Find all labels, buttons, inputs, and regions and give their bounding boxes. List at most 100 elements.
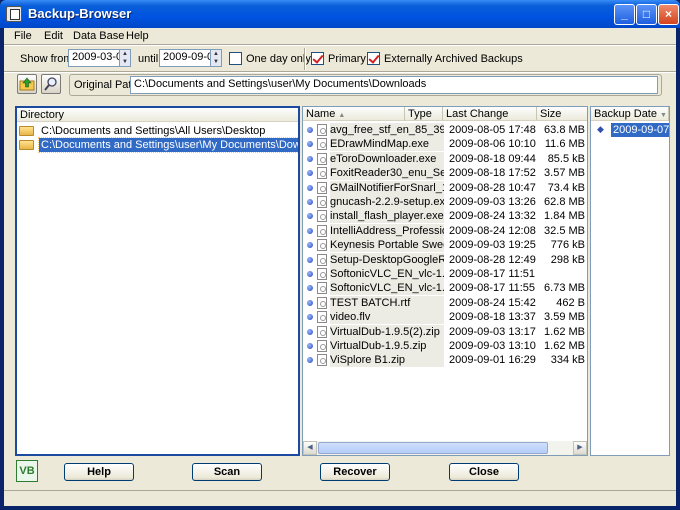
table-row[interactable]: EDrawMindMap.exe 2009-08-06 10:10 11.6 MB — [303, 137, 587, 152]
file-last-change: 2009-08-17 11:55 — [449, 282, 536, 295]
menu-database[interactable]: Data Base — [73, 30, 124, 42]
table-row[interactable]: install_flash_player.exe 2009-08-24 13:32… — [303, 209, 587, 224]
file-name: gnucash-2.2.9-setup.exe — [330, 195, 444, 209]
column-name[interactable]: Name ▲ — [303, 107, 405, 121]
file-icon — [317, 268, 327, 280]
file-name: IntelliAddress_Professional_ — [330, 223, 444, 238]
file-last-change: 2009-08-28 10:47 — [449, 181, 536, 194]
files-panel[interactable]: Name ▲ Type Last Change Size avg_free_st… — [302, 106, 588, 456]
file-name: Keynesis Portable Sweeper — [330, 238, 444, 253]
original-path-field[interactable]: C:\Documents and Settings\user\My Docume… — [130, 76, 658, 94]
until-label: until: — [138, 53, 162, 65]
table-row[interactable]: eToroDownloader.exe 2009-08-18 09:44 85.5 … — [303, 151, 587, 166]
show-from-date-field[interactable]: 2009-03-08 — [68, 49, 120, 67]
column-size[interactable]: Size — [537, 107, 587, 121]
one-day-only-checkbox[interactable] — [229, 52, 242, 65]
file-icon — [317, 296, 327, 309]
table-row[interactable]: Keynesis Portable Sweeper 2009-09-03 19:2… — [303, 238, 587, 253]
menu-edit[interactable]: Edit — [44, 30, 63, 42]
file-name: avg_free_stf_en_85_392a1 — [330, 123, 444, 137]
file-name: SoftonicVLC_EN_vlc-1.0.1- — [330, 281, 444, 296]
title-bar[interactable]: Backup-Browser _ □ × — [0, 0, 680, 28]
menu-file[interactable]: File — [14, 30, 32, 42]
file-last-change: 2009-08-06 10:10 — [449, 138, 536, 151]
file-size: 63.8 MB — [544, 124, 585, 136]
file-name: eToroDownloader.exe — [330, 151, 444, 166]
file-last-change: 2009-08-28 12:49 — [449, 253, 536, 266]
column-last-change[interactable]: Last Change — [443, 107, 537, 121]
backup-browser-window: Backup-Browser _ □ × File Edit Data Base… — [0, 0, 680, 510]
bullet-icon — [307, 328, 313, 335]
bullet-icon — [307, 271, 313, 277]
table-row[interactable]: TEST BATCH.rtf 2009-08-24 15:42 462 B — [303, 295, 587, 310]
file-size: 1.62 MB — [544, 340, 585, 352]
file-name: FoxitReader30_enu_Setup.e — [330, 166, 444, 181]
status-bar — [4, 490, 676, 506]
scroll-left-arrow[interactable]: ◀ — [303, 441, 317, 455]
file-last-change: 2009-08-18 17:52 — [449, 167, 536, 180]
path-label: Original Path — [74, 79, 138, 91]
bullet-icon — [307, 299, 313, 306]
show-from-spinner[interactable]: ▲ ▼ — [119, 49, 131, 67]
file-last-change: 2009-08-24 12:08 — [449, 224, 536, 237]
backup-date-header[interactable]: Backup Date ▼ — [591, 107, 669, 121]
column-type[interactable]: Type — [405, 107, 443, 121]
menu-help[interactable]: Help — [126, 30, 149, 42]
table-row[interactable]: gnucash-2.2.9-setup.exe 2009-09-03 13:26 6… — [303, 195, 587, 209]
table-row[interactable]: Setup-DesktopGoogleReade 2009-08-28 12:49… — [303, 252, 587, 267]
file-size: 73.4 kB — [547, 181, 585, 194]
recover-button[interactable]: Recover — [320, 463, 390, 481]
table-row[interactable]: ViSplore B1.zip 2009-09-01 16:29 334 kB — [303, 353, 587, 368]
horizontal-scrollbar[interactable]: ◀ ▶ — [303, 441, 587, 455]
file-last-change: 2009-09-03 19:25 — [449, 239, 536, 252]
table-row[interactable]: FoxitReader30_enu_Setup.e 2009-08-18 17:5… — [303, 166, 587, 181]
bullet-icon — [307, 285, 313, 292]
table-row[interactable]: avg_free_stf_en_85_392a1 2009-08-05 17:48… — [303, 123, 587, 137]
close-window-button[interactable]: × — [658, 4, 679, 25]
table-row[interactable]: video.flv 2009-08-18 13:37 3.59 MB — [303, 310, 587, 325]
bullet-icon — [307, 227, 313, 234]
file-last-change: 2009-08-18 13:37 — [449, 311, 536, 324]
close-button[interactable]: Close — [449, 463, 519, 481]
bullet-icon — [307, 314, 313, 321]
bullet-icon — [307, 141, 313, 148]
until-date-field[interactable]: 2009-09-07 — [159, 49, 211, 67]
file-last-change: 2009-09-03 13:26 — [449, 196, 536, 208]
table-row[interactable]: GMailNotifierForSnarl_1.0.2 2009-08-28 10… — [303, 180, 587, 195]
scroll-thumb[interactable] — [318, 442, 548, 454]
file-name: SoftonicVLC_EN_vlc-1.0.1- — [330, 267, 444, 281]
table-row[interactable]: SoftonicVLC_EN_vlc-1.0.1- 2009-08-17 11:5… — [303, 267, 587, 281]
client-area: File Edit Data Base Help Show from: 2009… — [4, 28, 676, 506]
table-row[interactable]: VirtualDub-1.9.5(2).zip 2009-09-03 13:17 1… — [303, 324, 587, 339]
help-button[interactable]: Help — [64, 463, 134, 481]
bullet-icon — [307, 127, 313, 133]
search-button[interactable] — [41, 74, 61, 94]
directory-header[interactable]: Directory — [17, 108, 298, 122]
table-row[interactable]: IntelliAddress_Professional_ 2009-08-24 1… — [303, 223, 587, 238]
bullet-icon — [307, 256, 313, 263]
primary-label: Primary — [328, 53, 366, 65]
file-last-change: 2009-08-24 15:42 — [449, 296, 536, 309]
file-last-change: 2009-08-24 13:32 — [449, 210, 536, 223]
table-row[interactable]: VirtualDub-1.9.5.zip 2009-09-03 13:10 1.62… — [303, 339, 587, 353]
archived-checkbox[interactable] — [367, 52, 380, 65]
bullet-icon — [307, 357, 313, 364]
file-size: 3.59 MB — [544, 311, 585, 324]
one-day-only-label: One day only — [246, 53, 311, 65]
file-name: video.flv — [330, 310, 444, 325]
directory-panel[interactable]: Directory C:\Documents and Settings\All … — [15, 106, 300, 456]
until-spinner[interactable]: ▲ ▼ — [210, 49, 222, 67]
scan-button[interactable]: Scan — [192, 463, 262, 481]
up-folder-button[interactable] — [17, 74, 37, 94]
file-size: 776 kB — [550, 239, 585, 252]
file-size: 1.84 MB — [544, 210, 585, 223]
maximize-button[interactable]: □ — [636, 4, 657, 25]
bullet-icon — [307, 184, 313, 191]
primary-checkbox[interactable] — [311, 52, 324, 65]
minimize-button[interactable]: _ — [614, 4, 635, 25]
backup-date-panel[interactable]: Backup Date ▼ ◆ 2009-09-07 — [590, 106, 670, 456]
file-icon — [317, 253, 327, 266]
window-title: Backup-Browser — [28, 6, 132, 21]
scroll-right-arrow[interactable]: ▶ — [573, 441, 587, 455]
table-row[interactable]: SoftonicVLC_EN_vlc-1.0.1- 2009-08-17 11:5… — [303, 281, 587, 296]
